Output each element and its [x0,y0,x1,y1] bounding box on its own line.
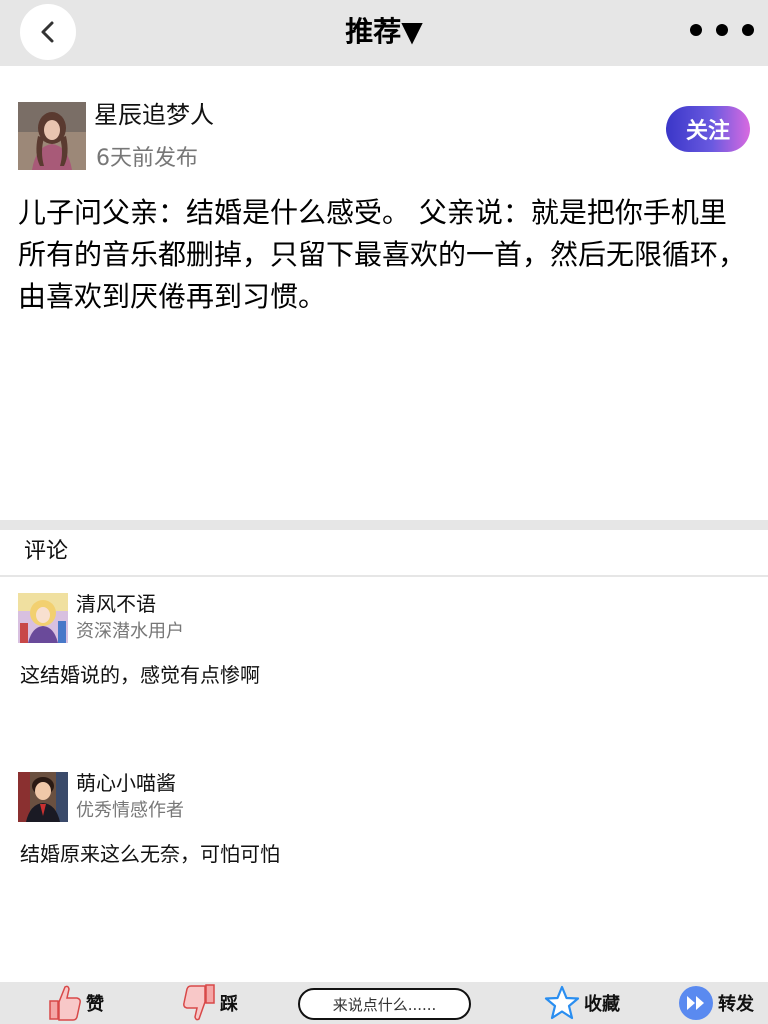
more-icon [716,24,728,36]
commenter-badge: 优秀情感作者 [76,800,184,821]
bottom-action-bar: 赞 踩 来说点什么...... 收藏 转发 [0,982,768,1024]
collect-label: 收藏 [584,994,620,1015]
comments-heading: 评论 [24,539,69,564]
comments-divider [0,575,768,577]
follow-button[interactable]: 关注 [666,106,750,152]
post-author: 星辰追梦人 6天前发布 关注 [18,102,750,174]
author-name[interactable]: 星辰追梦人 [94,102,214,128]
share-icon [678,985,714,1021]
more-icon [690,24,702,36]
feed-selector[interactable]: 推荐▼ [0,12,768,52]
commenter-badge: 资深潜水用户 [76,621,184,642]
comment-text: 结婚原来这么无奈，可怕可怕 [20,842,280,866]
share-label: 转发 [718,994,754,1015]
top-bar: 推荐▼ [0,0,768,66]
like-label: 赞 [86,994,104,1015]
comment-text: 这结婚说的，感觉有点惨啊 [20,663,260,687]
commenter-avatar[interactable] [18,772,68,822]
author-avatar[interactable] [18,102,86,170]
more-icon [742,24,754,36]
more-button[interactable] [690,18,754,42]
dislike-label: 踩 [220,994,238,1015]
dislike-button[interactable]: 踩 [182,982,238,1024]
comment-input[interactable]: 来说点什么...... [298,988,471,1020]
thumbs-up-icon [48,983,82,1023]
section-divider [0,520,768,530]
commenter-name[interactable]: 萌心小喵酱 [76,770,176,796]
star-icon [544,985,580,1021]
post-time: 6天前发布 [96,146,198,171]
thumbs-down-icon [182,983,216,1023]
commenter-avatar[interactable] [18,593,68,643]
post-content: 儿子问父亲：结婚是什么感受。 父亲说：就是把你手机里所有的音乐都删掉，只留下最喜… [18,196,747,313]
collect-button[interactable]: 收藏 [544,982,620,1024]
share-button[interactable]: 转发 [678,982,754,1024]
commenter-name[interactable]: 清风不语 [76,591,156,617]
like-button[interactable]: 赞 [48,982,104,1024]
